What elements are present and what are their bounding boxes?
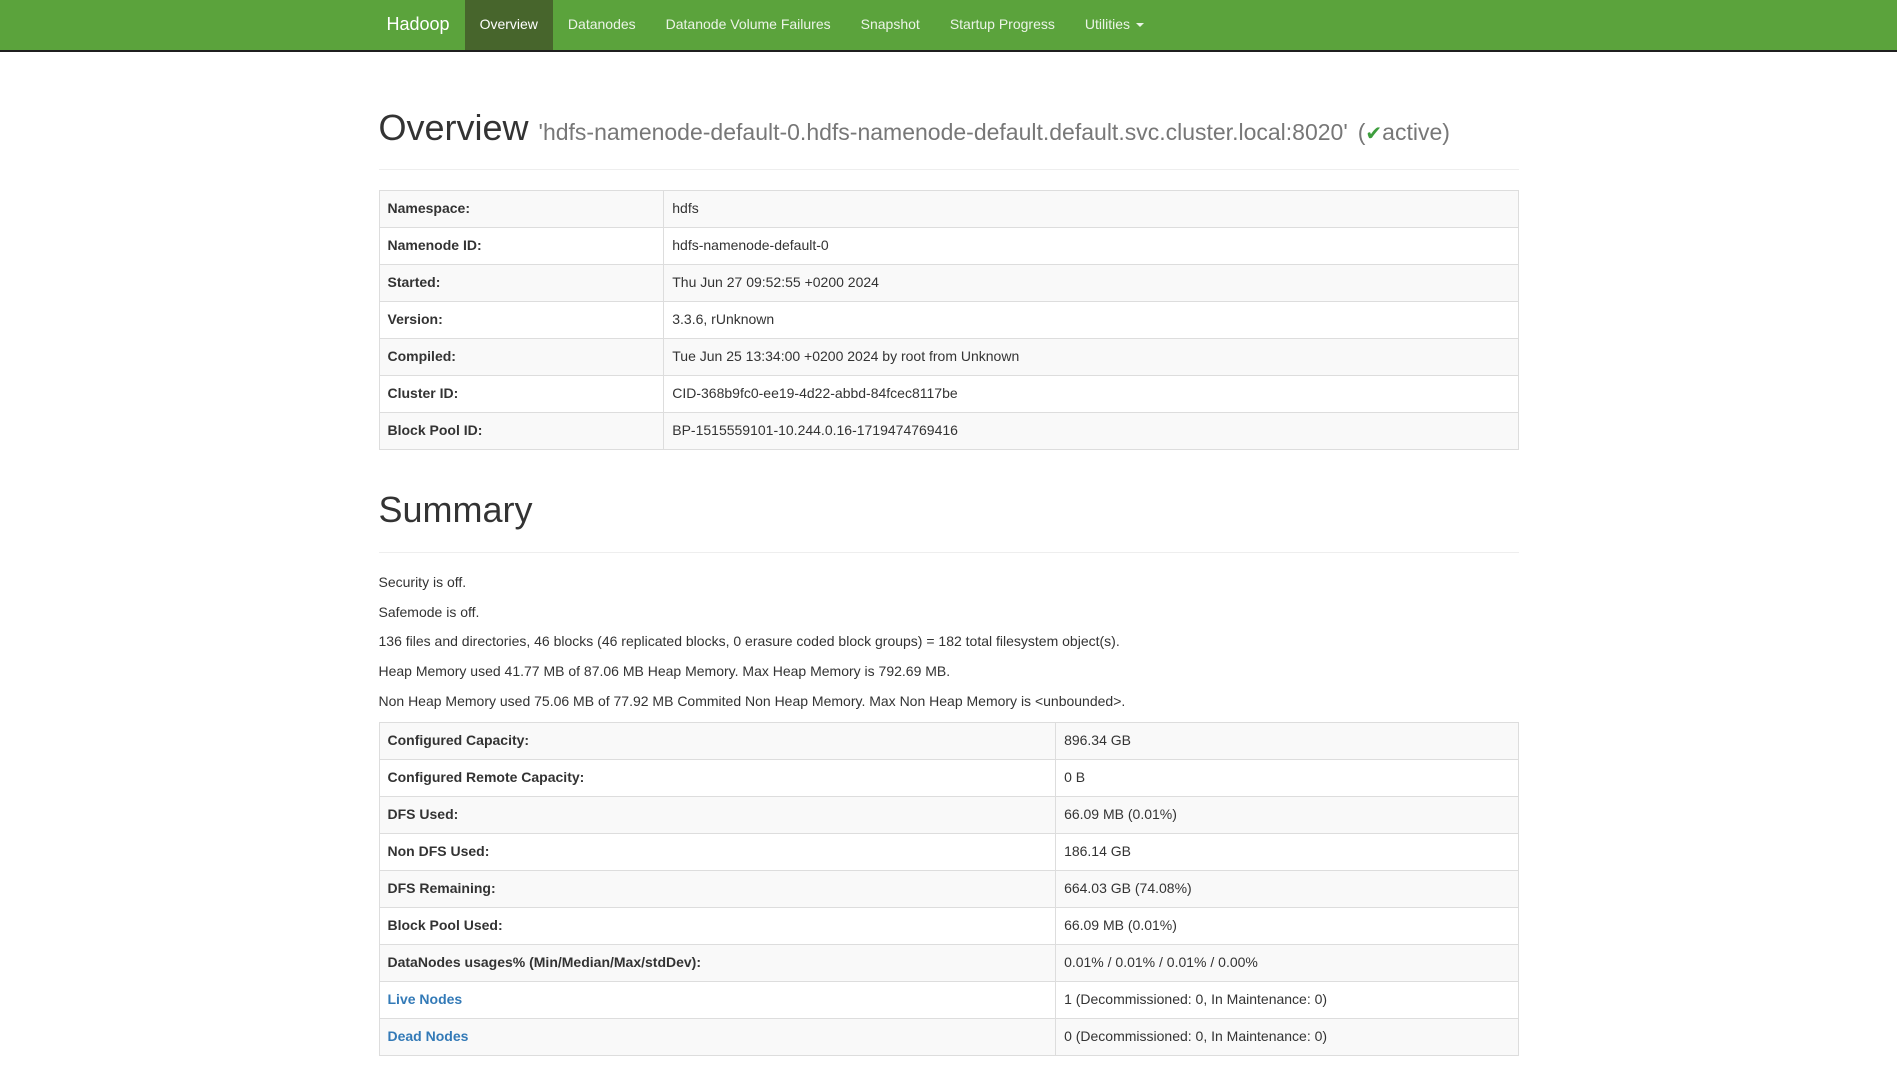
row-label: Live Nodes	[379, 982, 1056, 1019]
nav-tab-snapshot-label: Snapshot	[861, 15, 920, 35]
row-label: Dead Nodes	[379, 1019, 1056, 1056]
summary-filesystem-objects: 136 files and directories, 46 blocks (46…	[379, 632, 1519, 652]
row-label: DFS Remaining:	[379, 871, 1056, 908]
row-value: 0 B	[1056, 760, 1518, 797]
nav-tab-datanode-volume-failures[interactable]: Datanode Volume Failures	[651, 0, 846, 50]
cluster-metrics-table: Configured Capacity: 896.34 GB Configure…	[379, 722, 1519, 1056]
top-navbar: Hadoop Overview Datanodes Datanode Volum…	[0, 0, 1897, 52]
row-value: Thu Jun 27 09:52:55 +0200 2024	[664, 265, 1518, 302]
status-active-label: active)	[1382, 119, 1450, 145]
table-row: Compiled: Tue Jun 25 13:34:00 +0200 2024…	[379, 339, 1518, 376]
nav-tab-overview-label: Overview	[480, 15, 538, 35]
row-value: 66.09 MB (0.01%)	[1056, 797, 1518, 834]
row-value: BP-1515559101-10.244.0.16-1719474769416	[664, 413, 1518, 450]
row-value: 664.03 GB (74.08%)	[1056, 871, 1518, 908]
row-label: Compiled:	[379, 339, 664, 376]
summary-non-heap-memory: Non Heap Memory used 75.06 MB of 77.92 M…	[379, 692, 1519, 712]
live-nodes-link[interactable]: Live Nodes	[388, 991, 463, 1007]
table-row: Cluster ID: CID-368b9fc0-ee19-4d22-abbd-…	[379, 376, 1518, 413]
dead-nodes-link[interactable]: Dead Nodes	[388, 1028, 469, 1044]
row-value: hdfs	[664, 191, 1518, 228]
header-divider	[379, 169, 1519, 170]
row-value: CID-368b9fc0-ee19-4d22-abbd-84fcec8117be	[664, 376, 1518, 413]
row-label: Namespace:	[379, 191, 664, 228]
nav-tab-datanodes-label: Datanodes	[568, 15, 636, 35]
row-label: Namenode ID:	[379, 228, 664, 265]
brand-hadoop[interactable]: Hadoop	[379, 0, 465, 50]
row-value: 0.01% / 0.01% / 0.01% / 0.00%	[1056, 945, 1518, 982]
row-label: Version:	[379, 302, 664, 339]
row-label: DataNodes usages% (Min/Median/Max/stdDev…	[379, 945, 1056, 982]
row-label: Block Pool ID:	[379, 413, 664, 450]
table-row: Configured Remote Capacity: 0 B	[379, 760, 1518, 797]
row-label: Cluster ID:	[379, 376, 664, 413]
table-row: Namespace: hdfs	[379, 191, 1518, 228]
table-row: DFS Remaining: 664.03 GB (74.08%)	[379, 871, 1518, 908]
nav-tab-datanodes[interactable]: Datanodes	[553, 0, 651, 50]
row-value: 66.09 MB (0.01%)	[1056, 908, 1518, 945]
row-value: 0 (Decommissioned: 0, In Maintenance: 0)	[1056, 1019, 1518, 1056]
caret-down-icon	[1136, 23, 1144, 27]
summary-heading: Summary	[379, 490, 1519, 530]
nav-tab-datanode-volume-failures-label: Datanode Volume Failures	[666, 15, 831, 35]
summary-safemode: Safemode is off.	[379, 603, 1519, 623]
namenode-address: 'hdfs-namenode-default-0.hdfs-namenode-d…	[539, 119, 1348, 145]
table-row: Configured Capacity: 896.34 GB	[379, 723, 1518, 760]
row-value: 3.3.6, rUnknown	[664, 302, 1518, 339]
table-row: Non DFS Used: 186.14 GB	[379, 834, 1518, 871]
page-title-text: Overview	[379, 107, 529, 148]
summary-security: Security is off.	[379, 573, 1519, 593]
namenode-status: (✔active)	[1358, 120, 1450, 146]
table-row: Live Nodes 1 (Decommissioned: 0, In Main…	[379, 982, 1518, 1019]
nav-tab-overview[interactable]: Overview	[465, 0, 553, 50]
summary-text: Security is off. Safemode is off. 136 fi…	[379, 573, 1519, 713]
row-label: Configured Remote Capacity:	[379, 760, 1056, 797]
table-row: Version: 3.3.6, rUnknown	[379, 302, 1518, 339]
summary-divider	[379, 552, 1519, 553]
check-icon: ✔	[1365, 123, 1382, 145]
nav-dropdown-utilities[interactable]: Utilities	[1070, 0, 1159, 50]
navbar-menu: Overview Datanodes Datanode Volume Failu…	[465, 0, 1159, 50]
row-value: Tue Jun 25 13:34:00 +0200 2024 by root f…	[664, 339, 1518, 376]
page-title: Overview 'hdfs-namenode-default-0.hdfs-n…	[379, 108, 1519, 148]
row-value: 896.34 GB	[1056, 723, 1518, 760]
nav-dropdown-utilities-label: Utilities	[1085, 15, 1130, 35]
row-value: 186.14 GB	[1056, 834, 1518, 871]
table-row: Block Pool Used: 66.09 MB (0.01%)	[379, 908, 1518, 945]
row-value: 1 (Decommissioned: 0, In Maintenance: 0)	[1056, 982, 1518, 1019]
table-row: DFS Used: 66.09 MB (0.01%)	[379, 797, 1518, 834]
main-content: Overview 'hdfs-namenode-default-0.hdfs-n…	[364, 108, 1534, 1056]
table-row: DataNodes usages% (Min/Median/Max/stdDev…	[379, 945, 1518, 982]
nav-tab-startup-progress[interactable]: Startup Progress	[935, 0, 1070, 50]
summary-heap-memory: Heap Memory used 41.77 MB of 87.06 MB He…	[379, 662, 1519, 682]
table-row: Started: Thu Jun 27 09:52:55 +0200 2024	[379, 265, 1518, 302]
namenode-info-table: Namespace: hdfs Namenode ID: hdfs-nameno…	[379, 190, 1519, 450]
row-label: DFS Used:	[379, 797, 1056, 834]
row-label: Block Pool Used:	[379, 908, 1056, 945]
table-row: Block Pool ID: BP-1515559101-10.244.0.16…	[379, 413, 1518, 450]
row-label: Started:	[379, 265, 664, 302]
table-row: Namenode ID: hdfs-namenode-default-0	[379, 228, 1518, 265]
nav-tab-startup-progress-label: Startup Progress	[950, 15, 1055, 35]
row-value: hdfs-namenode-default-0	[664, 228, 1518, 265]
table-row: Dead Nodes 0 (Decommissioned: 0, In Main…	[379, 1019, 1518, 1056]
nav-tab-snapshot[interactable]: Snapshot	[846, 0, 935, 50]
row-label: Configured Capacity:	[379, 723, 1056, 760]
row-label: Non DFS Used:	[379, 834, 1056, 871]
